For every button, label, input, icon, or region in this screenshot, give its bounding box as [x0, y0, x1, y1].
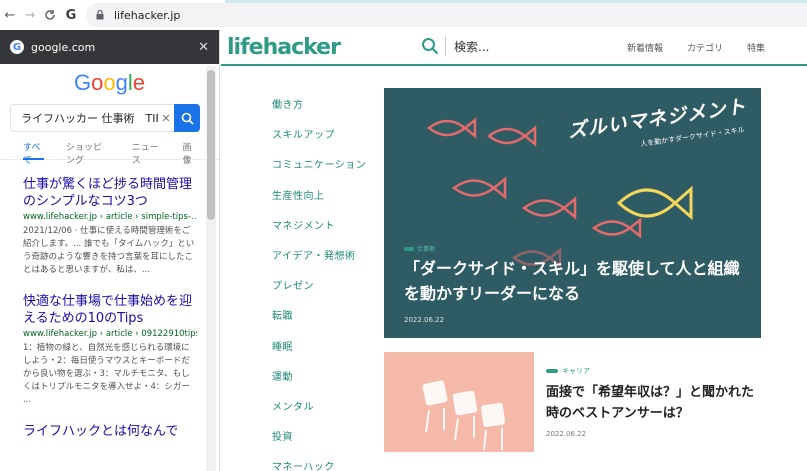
- arrow-right-icon: →: [24, 7, 36, 23]
- tab-all[interactable]: すべて: [23, 140, 45, 166]
- clear-icon[interactable]: ✕: [158, 112, 174, 125]
- side-panel-header: G google.com ✕: [0, 30, 219, 64]
- category-item[interactable]: 睡眠: [272, 338, 366, 368]
- search-result: 仕事が驚くほど捗る時間管理のシンプルなコツ3つ www.lifehacker.j…: [0, 176, 219, 277]
- card-thumbnail[interactable]: [384, 352, 534, 452]
- category-item[interactable]: 働き方: [272, 96, 366, 126]
- result-title-link[interactable]: ライフハックとは何なんで: [23, 423, 197, 440]
- category-item[interactable]: マネジメント: [272, 217, 366, 247]
- card-date: 2022.06.22: [546, 430, 587, 438]
- google-lens-button[interactable]: G: [60, 4, 82, 26]
- result-url: www.lifehacker.jp › article › simple-tip…: [23, 212, 197, 222]
- side-panel-site: google.com: [31, 40, 96, 54]
- search-icon: [422, 38, 439, 55]
- reload-button[interactable]: [40, 4, 60, 26]
- hero-tag-label: 仕事術: [417, 246, 436, 253]
- google-g-icon: G: [65, 7, 77, 23]
- search-icon: [181, 112, 194, 125]
- card-tag[interactable]: キャリア: [546, 366, 590, 376]
- category-item[interactable]: コミュニケーション: [272, 156, 366, 186]
- result-title-link[interactable]: 仕事が驚くほど捗る時間管理のシンプルなコツ3つ: [23, 176, 197, 210]
- hero-tag[interactable]: 仕事術: [404, 244, 435, 253]
- tag-bar: [404, 246, 414, 251]
- google-favicon-icon: G: [10, 40, 24, 54]
- category-item[interactable]: マネーハック: [272, 458, 366, 471]
- card-title[interactable]: 面接で「希望年収は？」と聞かれた時のベストアンサーは？: [546, 382, 761, 424]
- nav-category[interactable]: カテゴリ: [687, 41, 723, 54]
- tab-images[interactable]: 画像: [182, 140, 197, 166]
- google-search-box[interactable]: ライフハッカー 仕事術 TIF ✕: [10, 104, 200, 132]
- site-logo[interactable]: lifehacker: [227, 35, 341, 60]
- category-list: 働き方 スキルアップ コミュニケーション 生産性向上 マネジメント アイデア・発…: [272, 96, 366, 471]
- back-button[interactable]: ←: [0, 4, 20, 26]
- result-url: www.lifehacker.jp › article › 09122910ti…: [23, 329, 197, 339]
- category-item[interactable]: メンタル: [272, 398, 366, 428]
- reload-icon: [45, 10, 55, 20]
- search-result: 快適な仕事場で仕事始めを迎えるための10のTips www.lifehacker…: [0, 293, 219, 407]
- category-item[interactable]: プレゼン: [272, 277, 366, 307]
- google-side-panel: G google.com ✕ Google ライフハッカー 仕事術 TIF ✕ …: [0, 30, 220, 471]
- chairs-illustration: [422, 380, 506, 451]
- lifehacker-page: lifehacker 検索... 新着情報 カテゴリ 特集 働き方 スキルアップ…: [221, 30, 807, 471]
- hero-headline[interactable]: 「ダークサイド・スキル」を駆使して人と組織を動かすリーダーになる: [404, 256, 754, 306]
- page-top-accent: [225, 0, 807, 3]
- card-tag-label: キャリア: [562, 367, 590, 375]
- result-title-link[interactable]: 快適な仕事場で仕事始めを迎えるための10のTips: [23, 293, 197, 327]
- arrow-left-icon: ←: [4, 7, 16, 23]
- side-panel-scrollbar[interactable]: [207, 70, 215, 220]
- search-button[interactable]: [174, 104, 200, 132]
- nav-feature[interactable]: 特集: [747, 41, 765, 54]
- category-item[interactable]: 運動: [272, 368, 366, 398]
- forward-button[interactable]: →: [20, 4, 40, 26]
- category-item[interactable]: アイデア・発想術: [272, 247, 366, 277]
- search-result: ライフハックとは何なんで: [0, 423, 219, 440]
- lock-icon: [96, 10, 106, 20]
- category-item[interactable]: スキルアップ: [272, 126, 366, 156]
- browser-toolbar: ← → G lifehacker.jp: [0, 0, 807, 30]
- tab-news[interactable]: ニュース: [132, 140, 161, 166]
- category-item[interactable]: 転職: [272, 307, 366, 337]
- address-url: lifehacker.jp: [114, 8, 181, 22]
- hero-date: 2022.06.22: [404, 316, 445, 324]
- search-query[interactable]: ライフハッカー 仕事術 TIF: [11, 110, 158, 126]
- google-logo: Google: [73, 70, 145, 95]
- category-item[interactable]: 生産性向上: [272, 187, 366, 217]
- tab-shopping[interactable]: ショッピング: [66, 140, 110, 166]
- result-snippet: 2021/12/06 · 仕事に使える時間管理術をご紹介します。... 誰でも「…: [23, 226, 195, 275]
- google-tabs: すべて ショッピング ニュース 画像: [0, 140, 219, 166]
- category-item[interactable]: 投資: [272, 428, 366, 458]
- site-search-input[interactable]: 検索...: [454, 38, 489, 55]
- address-bar[interactable]: lifehacker.jp: [86, 3, 807, 27]
- site-search[interactable]: 検索...: [421, 36, 489, 56]
- search-divider: [445, 36, 446, 56]
- site-header: lifehacker 検索... 新着情報 カテゴリ 特集: [221, 30, 807, 66]
- result-snippet: 1：植物の緑と、自然光を感じられる環境にしよう・2：毎日使うマウスとキーボードだ…: [23, 343, 190, 405]
- nav-latest[interactable]: 新着情報: [627, 41, 663, 54]
- header-nav: 新着情報 カテゴリ 特集: [627, 41, 789, 54]
- close-icon[interactable]: ✕: [198, 40, 209, 55]
- tag-bar: [546, 369, 558, 373]
- hero-article[interactable]: ズルいマネジメント 人を動かすダークサイド・スキル 仕事術 「ダークサイド・スキ…: [384, 88, 761, 338]
